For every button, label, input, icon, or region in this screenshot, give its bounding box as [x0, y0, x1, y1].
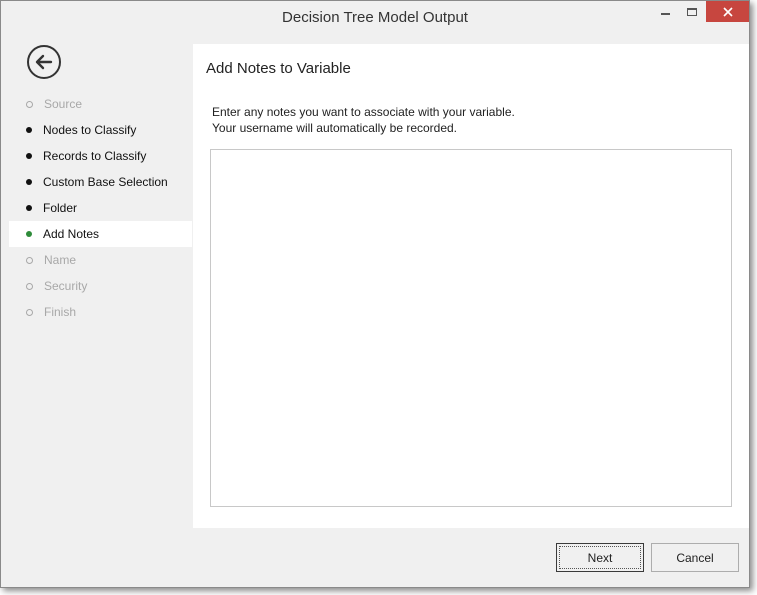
- cancel-button[interactable]: Cancel: [651, 543, 739, 572]
- instructions-text: Enter any notes you want to associate wi…: [212, 104, 515, 136]
- notes-textarea[interactable]: [210, 149, 732, 507]
- step-source: Source: [9, 91, 192, 117]
- step-status-icon: [26, 308, 33, 316]
- step-status-icon: [26, 205, 32, 211]
- window-title: Decision Tree Model Output: [282, 9, 468, 26]
- page-title: Add Notes to Variable: [206, 60, 351, 77]
- step-label: Add Notes: [43, 227, 100, 241]
- minimize-button[interactable]: [652, 1, 678, 23]
- title-bar: Decision Tree Model Output: [1, 1, 749, 33]
- instruction-line: Enter any notes you want to associate wi…: [212, 105, 515, 119]
- step-folder[interactable]: Folder: [9, 195, 192, 221]
- step-label: Security: [44, 279, 88, 293]
- step-status-icon: [26, 256, 33, 264]
- step-custom-base-selection[interactable]: Custom Base Selection: [9, 169, 192, 195]
- step-nodes-to-classify[interactable]: Nodes to Classify: [9, 117, 192, 143]
- step-label: Name: [44, 253, 77, 267]
- maximize-button[interactable]: [679, 1, 705, 23]
- step-label: Folder: [43, 201, 78, 215]
- step-label: Finish: [44, 305, 77, 319]
- step-add-notes[interactable]: Add Notes: [9, 221, 192, 247]
- instruction-line: Your username will automatically be reco…: [212, 121, 458, 135]
- next-button[interactable]: Next: [556, 543, 644, 572]
- step-status-icon: [26, 100, 33, 108]
- dialog-window: Decision Tree Model Output Source Nodes …: [0, 0, 750, 588]
- step-name: Name: [9, 247, 192, 273]
- step-status-icon: [26, 231, 32, 237]
- back-button[interactable]: [27, 45, 61, 79]
- step-status-icon: [26, 179, 32, 185]
- step-finish: Finish: [9, 299, 192, 325]
- step-security: Security: [9, 273, 192, 299]
- step-records-to-classify[interactable]: Records to Classify: [9, 143, 192, 169]
- maximize-icon: [687, 8, 697, 16]
- step-label: Records to Classify: [43, 149, 147, 163]
- step-status-icon: [26, 153, 32, 159]
- step-status-icon: [26, 282, 33, 290]
- close-icon: [722, 6, 733, 17]
- step-label: Custom Base Selection: [43, 175, 168, 189]
- wizard-steps: Source Nodes to Classify Records to Clas…: [9, 91, 192, 325]
- back-arrow-circle-icon: [35, 54, 53, 70]
- step-label: Source: [44, 97, 83, 111]
- minimize-icon: [660, 13, 670, 15]
- content-panel: Add Notes to Variable Enter any notes yo…: [193, 44, 749, 528]
- wizard-sidebar: Source Nodes to Classify Records to Clas…: [9, 44, 192, 528]
- step-status-icon: [26, 127, 32, 133]
- step-label: Nodes to Classify: [43, 123, 137, 137]
- close-button[interactable]: [706, 1, 749, 22]
